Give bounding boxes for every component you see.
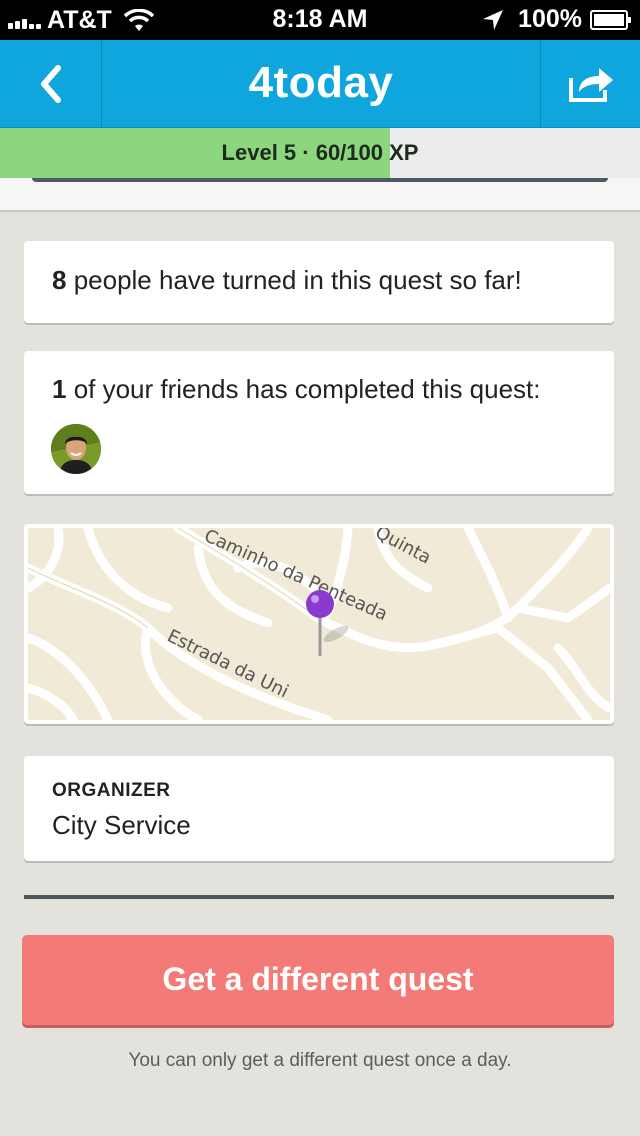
previous-card-bottom [0,178,640,212]
status-right: 100% [482,5,632,34]
location-icon [483,9,504,30]
quest-map[interactable]: Caminho da Penteada Estrada da Uni Quint… [23,522,615,725]
organizer-card: ORGANIZER City Service [24,756,614,861]
share-icon [568,68,613,102]
friends-card: 1 of your friends has completed this que… [24,351,614,494]
turned-in-card: 8 people have turned in this quest so fa… [24,241,614,323]
friend-avatar-image [51,424,101,474]
status-bar: AT&T 8:18 AM 100% [0,0,640,40]
map-card[interactable]: Caminho da Penteada Estrada da Uni Quint… [23,522,615,725]
back-button[interactable] [0,40,102,128]
xp-progress-bar: Level 5 · 60/100 XP [0,128,640,178]
nav-bar: 4today [0,40,640,128]
turned-in-label: people have turned in this quest so far! [66,265,522,295]
chevron-left-icon [40,65,61,103]
friends-text: 1 of your friends has completed this que… [52,374,541,405]
quest-limit-note: You can only get a different quest once … [128,1050,512,1071]
friends-label: of your friends has completed this quest… [66,374,541,404]
share-button[interactable] [540,40,640,128]
get-different-quest-button[interactable]: Get a different quest [22,935,614,1025]
turned-in-text: 8 people have turned in this quest so fa… [52,265,522,296]
section-divider [24,895,614,899]
app-title: 4today [248,58,394,107]
battery-icon [590,9,631,30]
organizer-value: City Service [52,810,191,840]
organizer-label: ORGANIZER [52,780,171,801]
battery-percent: 100% [518,5,582,33]
friends-count: 1 [52,374,67,404]
xp-label: Level 5 · 60/100 XP [221,140,419,165]
turned-in-count: 8 [52,265,67,295]
friend-avatar[interactable] [51,424,101,474]
previous-card-edge [32,178,608,182]
